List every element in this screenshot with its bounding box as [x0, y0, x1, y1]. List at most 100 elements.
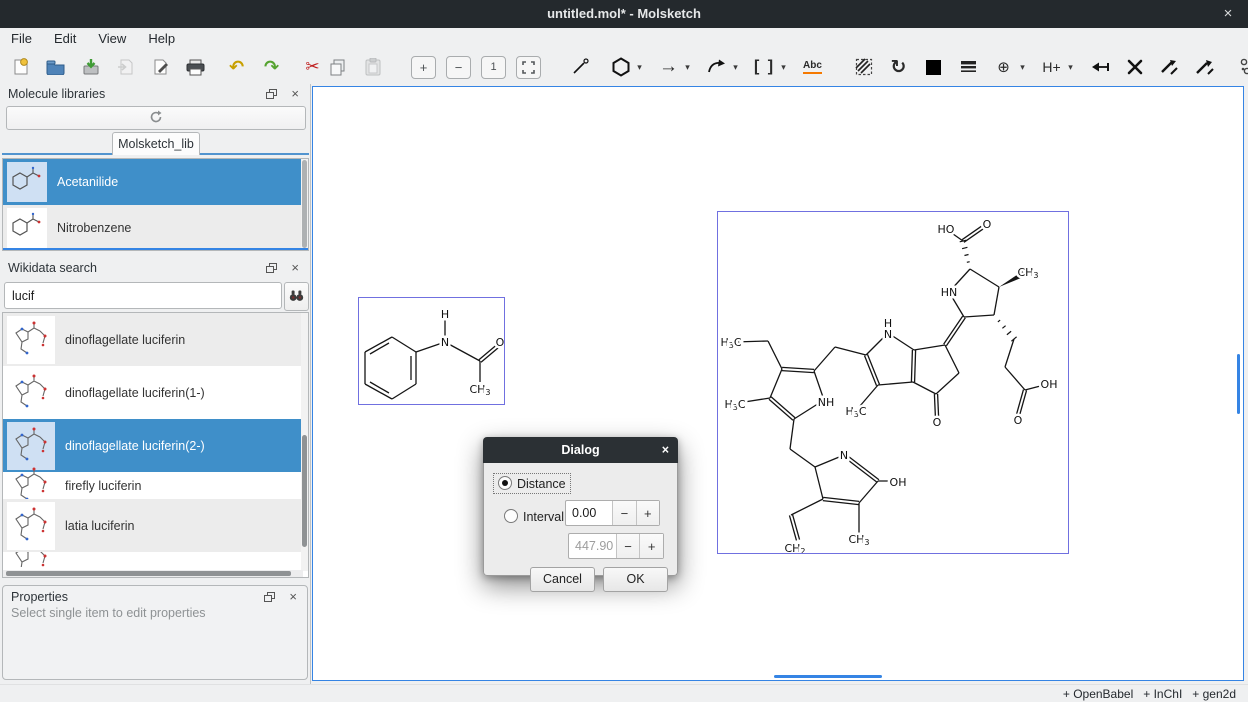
float-panel-icon[interactable] [266, 89, 277, 103]
svg-text:O: O [1014, 414, 1023, 427]
mechanism-arrow-tool[interactable] [704, 55, 729, 80]
properties-hint: Select single item to edit properties [11, 606, 206, 620]
molecule-dinoflagellate-luciferin[interactable]: HOOCH3HNHNH3CNHH3CH3COOHONOHCH3CH2 [717, 211, 1069, 554]
bracket-tool-caret[interactable]: ▾ [777, 55, 790, 80]
molecule-thumbnail [7, 162, 47, 202]
delete-tool[interactable] [1122, 55, 1147, 80]
molecule-acetanilide[interactable]: HNOCH3 [358, 297, 505, 405]
canvas-hscrollbar-thumb[interactable] [774, 675, 882, 678]
menu-file[interactable]: File [0, 28, 43, 50]
window-close-icon[interactable]: × [1216, 0, 1240, 28]
wikidata-result-item[interactable]: dinoflagellate luciferin [3, 313, 308, 366]
reaction-arrow-caret[interactable]: ▾ [681, 55, 694, 80]
wikidata-result-item[interactable]: latia luciferin [3, 499, 308, 552]
zoom-fit-button[interactable] [516, 55, 541, 80]
svg-text:N: N [884, 328, 892, 341]
menu-edit[interactable]: Edit [43, 28, 87, 50]
cut-button[interactable]: ✂ [300, 55, 325, 80]
bracket-tool[interactable]: [ ] [752, 55, 777, 80]
molecule-thumbnail [7, 422, 55, 470]
redo-button[interactable]: ↷ [259, 55, 284, 80]
library-list-hscrollbar[interactable] [3, 248, 308, 250]
interval-decrement-button[interactable]: − [616, 534, 640, 558]
svg-text:N: N [441, 336, 449, 349]
cancel-button[interactable]: Cancel [530, 567, 595, 592]
properties-panel-header: Properties × [3, 589, 307, 606]
export-button[interactable] [148, 55, 173, 80]
distance-radio-group[interactable]: Distance [495, 475, 569, 492]
dialog-title: Dialog [483, 437, 678, 463]
properties-panel: Properties × Select single item to edit … [2, 585, 308, 680]
hydrogen-tool-caret[interactable]: ▾ [1064, 55, 1077, 80]
svg-text:CH3: CH3 [469, 383, 490, 397]
charge-tool[interactable]: ⊕ [991, 55, 1016, 80]
dialog-window: Dialog × Distance 0.00 − + Interval 447.… [483, 437, 678, 576]
close-panel-icon[interactable]: × [291, 260, 299, 276]
close-panel-icon[interactable]: × [289, 589, 297, 605]
line-width-button[interactable] [956, 55, 981, 80]
hatch-fill-tool[interactable] [851, 55, 876, 80]
interval-radio[interactable] [504, 509, 518, 523]
menu-help[interactable]: Help [137, 28, 186, 50]
distance-value[interactable]: 0.00 [566, 501, 612, 525]
open-file-button[interactable] [43, 55, 68, 80]
save-as-button[interactable] [113, 55, 138, 80]
tab-molsketch-lib[interactable]: Molsketch_lib [112, 132, 200, 155]
ok-button[interactable]: OK [603, 567, 668, 592]
charge-tool-caret[interactable]: ▾ [1016, 55, 1029, 80]
draw-bond-tool[interactable] [567, 55, 592, 80]
paste-button[interactable] [360, 55, 385, 80]
distance-radio[interactable] [498, 476, 512, 490]
wikidata-result-item[interactable] [3, 552, 308, 567]
minimize-tool[interactable] [1157, 55, 1182, 80]
text-tool[interactable]: Abc [800, 55, 825, 80]
library-list: Acetanilide Nitrobenzene [2, 158, 309, 251]
close-panel-icon[interactable]: × [291, 86, 299, 102]
zoom-original-button[interactable]: 1 [481, 55, 506, 80]
mechanism-arrow-caret[interactable]: ▾ [729, 55, 742, 80]
interval-radio-group[interactable]: Interval [504, 509, 564, 524]
undo-button[interactable]: ↶ [224, 55, 249, 80]
zoom-in-button[interactable]: + [411, 55, 436, 80]
svg-text:CH3: CH3 [848, 533, 869, 547]
flip-horizontal-tool[interactable] [1233, 55, 1248, 80]
dialog-title-bar[interactable]: Dialog × [483, 437, 678, 463]
distance-increment-button[interactable]: + [636, 501, 659, 525]
libraries-panel-title: Molecule libraries [8, 86, 105, 103]
float-panel-icon[interactable] [264, 592, 275, 606]
interval-value[interactable]: 447.90 [569, 534, 616, 558]
dialog-close-icon[interactable]: × [662, 437, 669, 463]
refresh-libraries-button[interactable] [6, 106, 306, 130]
optimize-tool[interactable] [1192, 55, 1217, 80]
molecule-thumbnail [7, 208, 47, 248]
canvas-vscrollbar-thumb[interactable] [1237, 354, 1240, 414]
rotate-tool[interactable]: ↻ [886, 55, 911, 80]
library-item[interactable]: Acetanilide [3, 159, 308, 205]
wikidata-search-input[interactable] [4, 282, 282, 309]
print-button[interactable] [183, 55, 208, 80]
wikidata-list-vscrollbar[interactable] [301, 313, 308, 571]
ring-tool-caret[interactable]: ▾ [633, 55, 646, 80]
connect-tool[interactable] [1087, 55, 1112, 80]
wikidata-search-button[interactable] [284, 282, 309, 311]
zoom-out-button[interactable]: − [446, 55, 471, 80]
library-list-scrollbar[interactable] [301, 159, 308, 250]
wikidata-result-item[interactable]: firefly luciferin [3, 472, 308, 499]
library-item[interactable]: Nitrobenzene [3, 205, 308, 251]
menu-view[interactable]: View [87, 28, 137, 50]
drawing-canvas[interactable]: HNOCH3 HOOCH3HNHNH3CNHH3CH3COOHONOHCH3CH… [312, 86, 1244, 681]
distance-decrement-button[interactable]: − [612, 501, 635, 525]
color-swatch-button[interactable] [921, 55, 946, 80]
new-file-button[interactable] [8, 55, 33, 80]
wikidata-result-item[interactable]: dinoflagellate luciferin(1-) [3, 366, 308, 419]
wikidata-list-hscrollbar[interactable] [3, 570, 303, 577]
hydrogen-tool[interactable]: H+ [1039, 55, 1064, 80]
libraries-panel-header: Molecule libraries × [0, 86, 311, 103]
save-button[interactable] [78, 55, 103, 80]
float-panel-icon[interactable] [266, 263, 277, 277]
ring-tool[interactable] [608, 55, 633, 80]
molecule-thumbnail [7, 316, 55, 364]
interval-increment-button[interactable]: + [639, 534, 663, 558]
reaction-arrow-tool[interactable]: → [656, 55, 681, 80]
copy-button[interactable] [325, 55, 350, 80]
